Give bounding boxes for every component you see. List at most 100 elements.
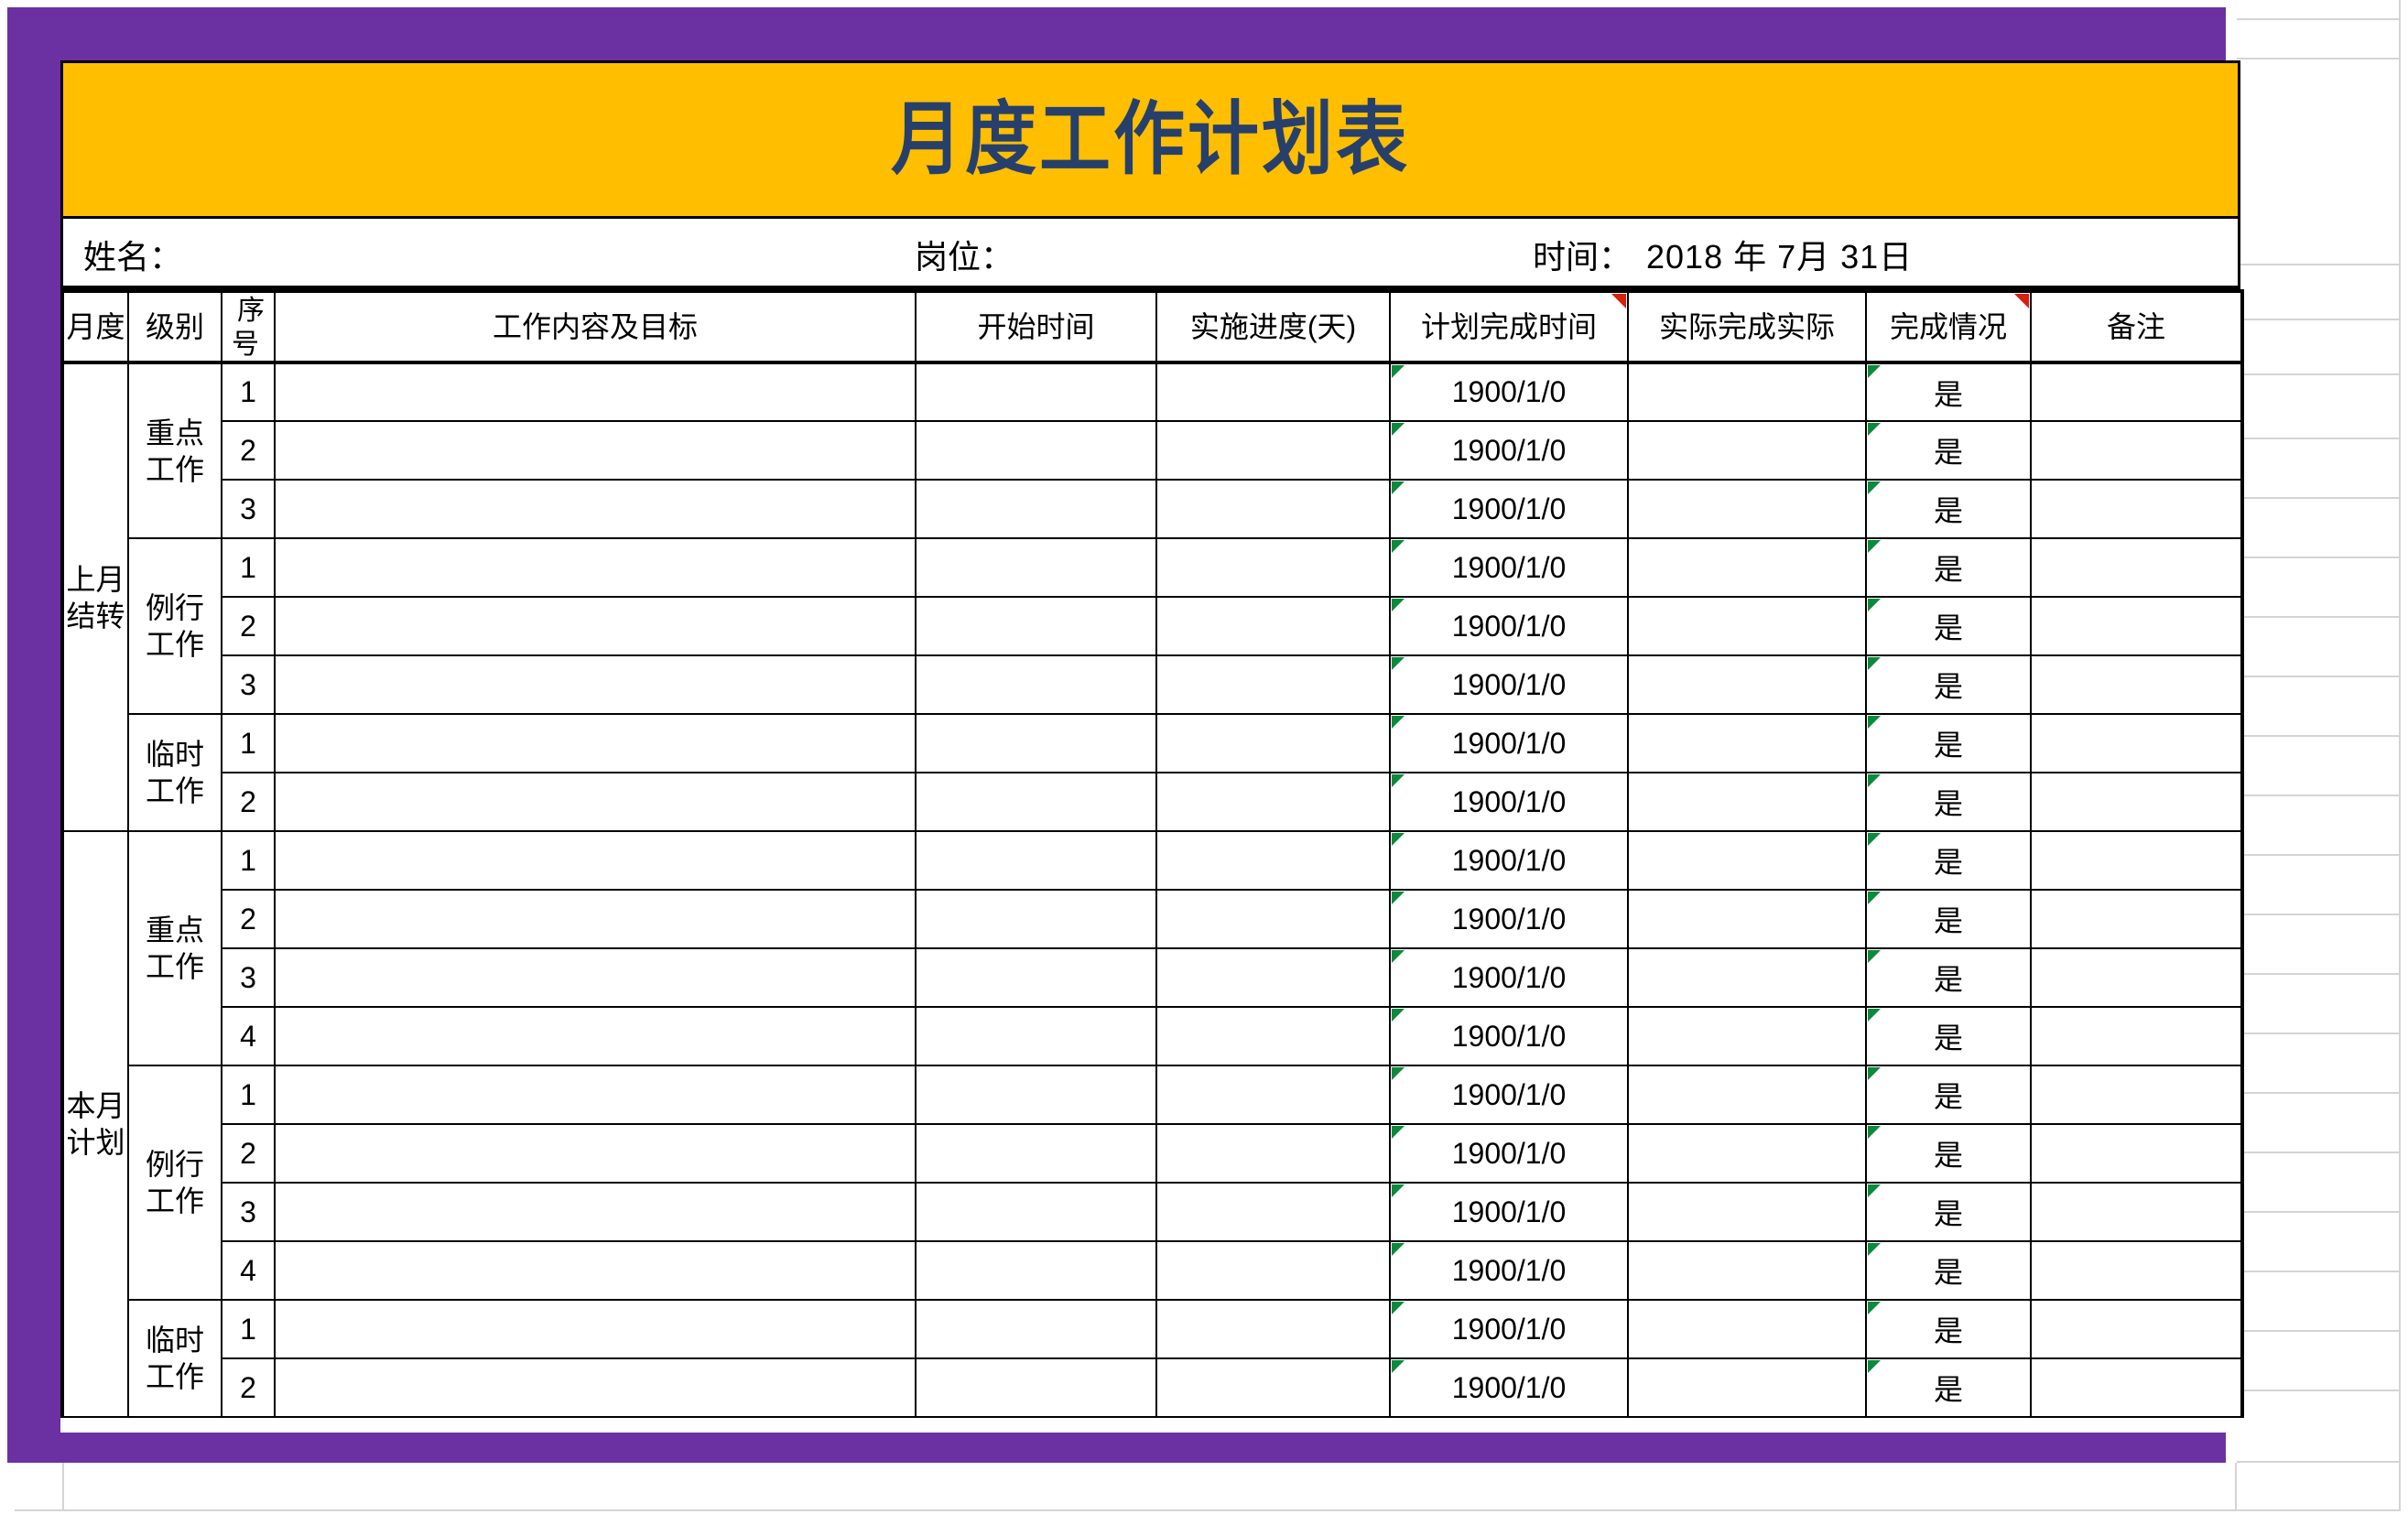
actual-finish-cell[interactable] [1627, 420, 1867, 481]
actual-finish-cell[interactable] [1627, 889, 1867, 949]
error-indicator-icon[interactable] [1392, 423, 1405, 436]
error-indicator-icon[interactable] [1392, 1126, 1405, 1139]
grid-cell[interactable] [2237, 1272, 2401, 1332]
remark-cell[interactable] [2030, 889, 2244, 949]
planned-finish-cell[interactable]: 1900/1/0 [1389, 420, 1629, 481]
planned-finish-cell[interactable]: 1900/1/0 [1389, 362, 1629, 422]
completion-status-cell[interactable]: 是 [1865, 830, 2032, 891]
progress-days-cell[interactable] [1155, 713, 1391, 773]
work-content-cell[interactable] [274, 420, 917, 481]
planned-finish-cell[interactable]: 1900/1/0 [1389, 947, 1629, 1008]
remark-cell[interactable] [2030, 1182, 2244, 1242]
sequence-cell[interactable]: 2 [221, 889, 276, 949]
progress-days-cell[interactable] [1155, 654, 1391, 715]
error-indicator-icon[interactable] [1868, 481, 1881, 494]
completion-status-cell[interactable]: 是 [1865, 654, 2032, 715]
work-content-cell[interactable] [274, 889, 917, 949]
remark-cell[interactable] [2030, 420, 2244, 481]
actual-finish-cell[interactable] [1627, 596, 1867, 656]
sequence-cell[interactable]: 2 [221, 772, 276, 832]
level-cell[interactable]: 临时 工作 [127, 1299, 222, 1418]
actual-finish-cell[interactable] [1627, 1299, 1867, 1359]
date-field[interactable]: 时间： 2018 年 7月 31日 [1533, 219, 1913, 289]
planned-finish-cell[interactable]: 1900/1/0 [1389, 1006, 1629, 1066]
planned-finish-cell[interactable]: 1900/1/0 [1389, 713, 1629, 773]
remark-cell[interactable] [2030, 1006, 2244, 1066]
remark-cell[interactable] [2030, 654, 2244, 715]
work-content-cell[interactable] [274, 1065, 917, 1125]
completion-status-cell[interactable]: 是 [1865, 1357, 2032, 1418]
start-time-cell[interactable] [915, 889, 1157, 949]
sequence-cell[interactable]: 2 [221, 1123, 276, 1184]
error-indicator-icon[interactable] [1868, 1067, 1881, 1080]
column-header-0[interactable]: 月度 [60, 289, 129, 364]
actual-finish-cell[interactable] [1627, 1065, 1867, 1125]
grid-cell[interactable] [2237, 0, 2401, 20]
progress-days-cell[interactable] [1155, 537, 1391, 598]
sequence-cell[interactable]: 4 [221, 1006, 276, 1066]
start-time-cell[interactable] [915, 479, 1157, 539]
actual-finish-cell[interactable] [1627, 713, 1867, 773]
grid-cell[interactable] [2237, 265, 2401, 320]
progress-days-cell[interactable] [1155, 1240, 1391, 1301]
column-header-8[interactable]: 完成情况 [1865, 289, 2032, 364]
grid-cell[interactable] [2237, 1213, 2401, 1272]
column-header-1[interactable]: 级别 [127, 289, 222, 364]
error-indicator-icon[interactable] [1392, 1302, 1405, 1314]
sequence-cell[interactable]: 1 [221, 830, 276, 891]
grid-cell[interactable] [2237, 320, 2401, 375]
grid-cell[interactable] [2237, 1391, 2401, 1463]
sequence-cell[interactable]: 3 [221, 947, 276, 1008]
error-indicator-icon[interactable] [1868, 365, 1881, 378]
work-content-cell[interactable] [274, 1123, 917, 1184]
level-cell[interactable]: 例行 工作 [127, 1065, 222, 1301]
planned-finish-cell[interactable]: 1900/1/0 [1389, 537, 1629, 598]
error-indicator-icon[interactable] [1868, 1184, 1881, 1197]
progress-days-cell[interactable] [1155, 772, 1391, 832]
start-time-cell[interactable] [915, 1240, 1157, 1301]
progress-days-cell[interactable] [1155, 1299, 1391, 1359]
error-indicator-icon[interactable] [1392, 599, 1405, 611]
work-content-cell[interactable] [274, 772, 917, 832]
completion-status-cell[interactable]: 是 [1865, 479, 2032, 539]
remark-cell[interactable] [2030, 1065, 2244, 1125]
progress-days-cell[interactable] [1155, 1182, 1391, 1242]
actual-finish-cell[interactable] [1627, 1182, 1867, 1242]
error-indicator-icon[interactable] [1392, 481, 1405, 494]
sequence-cell[interactable]: 1 [221, 1299, 276, 1359]
work-content-cell[interactable] [274, 654, 917, 715]
grid-cell[interactable] [2237, 975, 2401, 1034]
grid-cell[interactable] [2237, 618, 2401, 677]
actual-finish-cell[interactable] [1627, 537, 1867, 598]
remark-cell[interactable] [2030, 1299, 2244, 1359]
column-header-9[interactable]: 备注 [2030, 289, 2244, 364]
remark-cell[interactable] [2030, 1123, 2244, 1184]
remark-cell[interactable] [2030, 830, 2244, 891]
sequence-cell[interactable]: 2 [221, 596, 276, 656]
grid-cell[interactable] [2237, 20, 2401, 59]
error-indicator-icon[interactable] [1392, 833, 1405, 846]
month-group-cell[interactable]: 本月 计划 [60, 830, 129, 1418]
error-indicator-icon[interactable] [1392, 716, 1405, 729]
column-header-5[interactable]: 实施进度(天) [1155, 289, 1391, 364]
error-indicator-icon[interactable] [1868, 599, 1881, 611]
start-time-cell[interactable] [915, 772, 1157, 832]
work-content-cell[interactable] [274, 1357, 917, 1418]
remark-cell[interactable] [2030, 772, 2244, 832]
error-indicator-icon[interactable] [1392, 365, 1405, 378]
start-time-cell[interactable] [915, 947, 1157, 1008]
completion-status-cell[interactable]: 是 [1865, 889, 2032, 949]
planned-finish-cell[interactable]: 1900/1/0 [1389, 1182, 1629, 1242]
remark-cell[interactable] [2030, 362, 2244, 422]
error-indicator-icon[interactable] [1868, 833, 1881, 846]
work-content-cell[interactable] [274, 713, 917, 773]
grid-cell[interactable] [2237, 1034, 2401, 1094]
sequence-cell[interactable]: 2 [221, 1357, 276, 1418]
start-time-cell[interactable] [915, 1357, 1157, 1418]
work-content-cell[interactable] [274, 1240, 917, 1301]
error-indicator-icon[interactable] [1868, 423, 1881, 436]
progress-days-cell[interactable] [1155, 1006, 1391, 1066]
error-indicator-icon[interactable] [1392, 540, 1405, 553]
work-content-cell[interactable] [274, 362, 917, 422]
planned-finish-cell[interactable]: 1900/1/0 [1389, 1123, 1629, 1184]
